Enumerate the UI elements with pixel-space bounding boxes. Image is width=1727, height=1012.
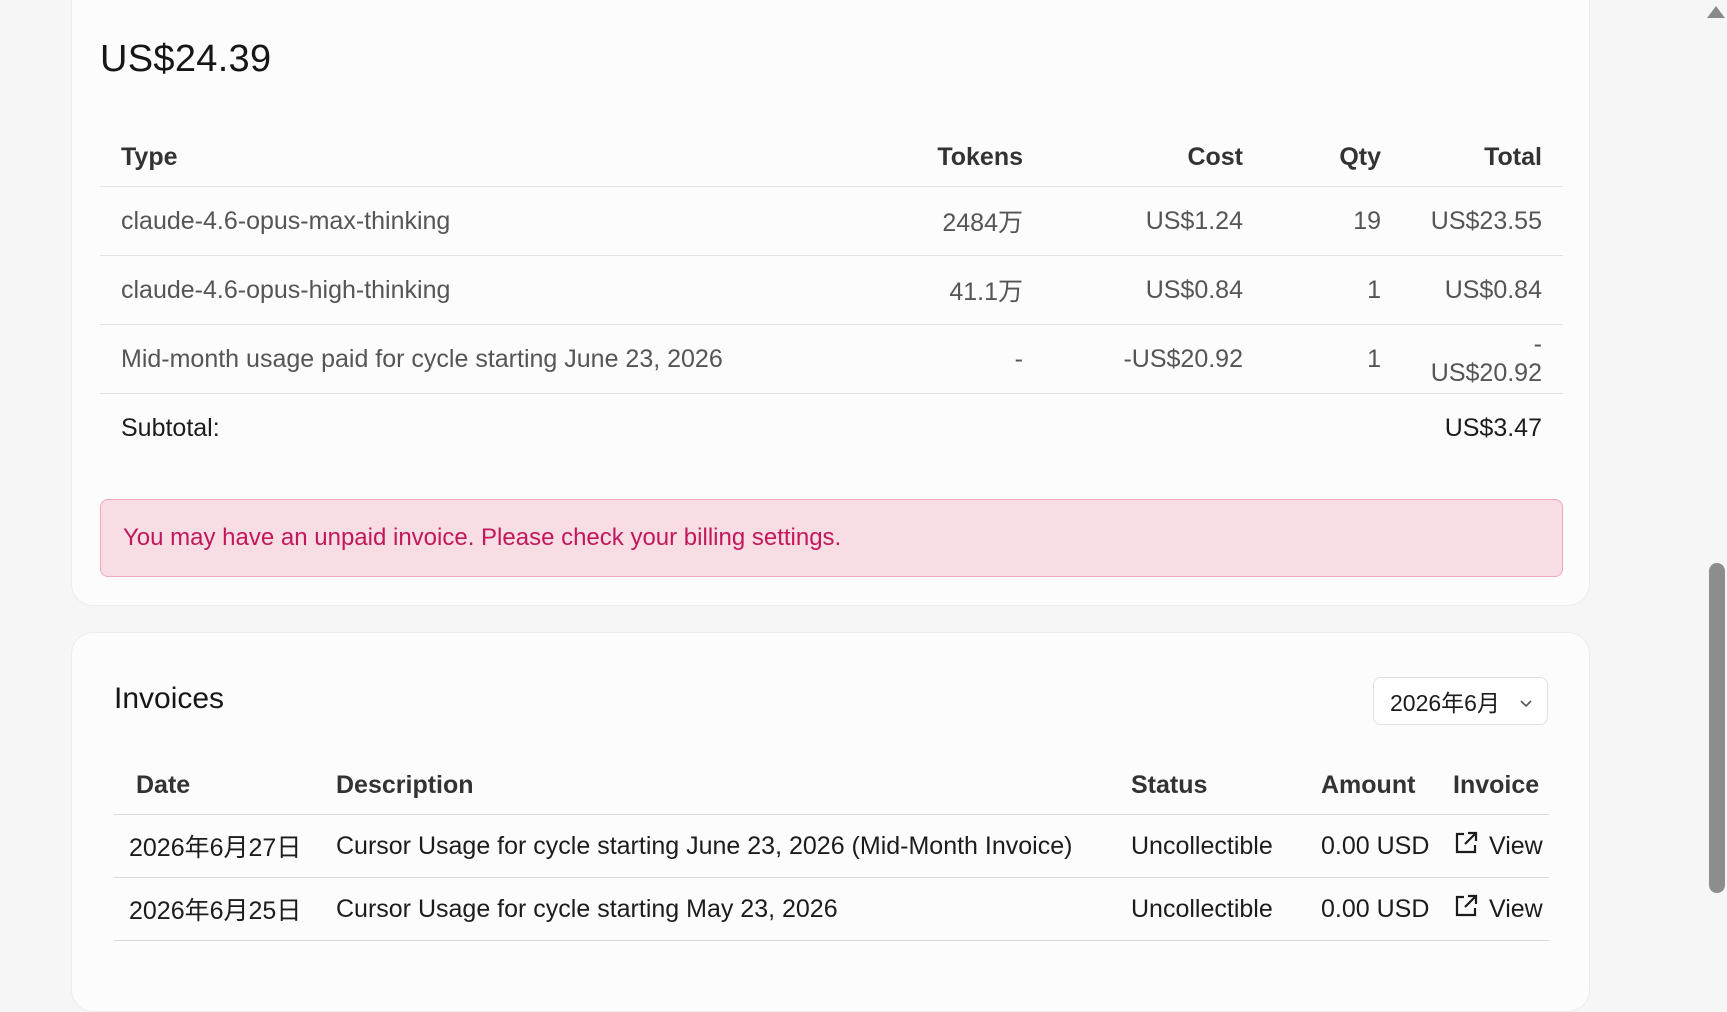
usage-total: US$23.55 [1402,186,1563,256]
month-select[interactable]: 2026年6月 [1373,677,1548,725]
column-header-tokens: Tokens [862,128,1044,187]
usage-qty: 19 [1264,186,1402,256]
usage-cost: -US$20.92 [1044,324,1264,394]
usage-table-header: Type Tokens Cost Qty Total [100,128,1563,187]
column-header-cost: Cost [1044,128,1264,187]
invoice-status: Uncollectible [1131,877,1321,941]
usage-row: claude-4.6-opus-high-thinking 41.1万 US$0… [100,255,1563,325]
invoices-table-header: Date Description Status Amount Invoice [114,756,1549,815]
scrollbar-thumb[interactable] [1709,563,1725,893]
usage-table: Type Tokens Cost Qty Total claude-4.6-op… [100,128,1563,462]
column-header-type: Type [100,128,862,187]
usage-tokens: 2484万 [862,186,1044,256]
usage-tokens: - [862,324,1044,394]
invoices-table: Date Description Status Amount Invoice 2… [114,756,1549,941]
subtotal-label: Subtotal: [121,413,220,442]
invoice-row: 2026年6月25日 Cursor Usage for cycle starti… [114,877,1549,941]
column-header-invoice: Invoice [1453,756,1549,815]
invoices-title: Invoices [114,682,225,715]
usage-row: claude-4.6-opus-max-thinking 2484万 US$1.… [100,186,1563,256]
usage-type: claude-4.6-opus-max-thinking [100,186,862,256]
column-header-qty: Qty [1264,128,1402,187]
invoice-description: Cursor Usage for cycle starting May 23, … [336,877,1131,941]
column-header-amount: Amount [1321,756,1453,815]
subtotal-row: Subtotal: US$3.47 [100,394,1563,463]
usage-cost: US$0.84 [1044,255,1264,325]
invoice-row: 2026年6月27日 Cursor Usage for cycle starti… [114,814,1549,878]
invoice-description: Cursor Usage for cycle starting June 23,… [336,814,1131,878]
unpaid-invoice-alert: You may have an unpaid invoice. Please c… [100,499,1563,577]
invoice-status: Uncollectible [1131,814,1321,878]
usage-row: Mid-month usage paid for cycle starting … [100,324,1563,394]
usage-total: -US$20.92 [1402,324,1563,394]
view-invoice-link[interactable]: View [1453,830,1543,863]
usage-type: Mid-month usage paid for cycle starting … [100,324,862,394]
chevron-down-icon [1517,691,1535,718]
column-header-status: Status [1131,756,1321,815]
usage-tokens: 41.1万 [862,255,1044,325]
invoice-date: 2026年6月27日 [114,814,336,878]
usage-qty: 1 [1264,324,1402,394]
usage-cost: US$1.24 [1044,186,1264,256]
column-header-total: Total [1402,128,1563,187]
invoice-date: 2026年6月25日 [114,877,336,941]
usage-total-amount: US$24.39 [100,38,272,80]
usage-total: US$0.84 [1402,255,1563,325]
column-header-description: Description [336,756,1131,815]
external-link-icon [1453,830,1479,863]
invoice-amount: 0.00 USD [1321,814,1453,878]
alert-message: You may have an unpaid invoice. Please c… [123,524,842,551]
view-invoice-link[interactable]: View [1453,893,1543,926]
view-link-label: View [1489,894,1543,923]
usage-qty: 1 [1264,255,1402,325]
column-header-date: Date [114,756,336,815]
external-link-icon [1453,893,1479,926]
scroll-up-arrow-icon[interactable] [1707,6,1725,18]
subtotal-value: US$3.47 [1444,413,1542,442]
usage-type: claude-4.6-opus-high-thinking [100,255,862,325]
month-select-value: 2026年6月 [1390,690,1500,716]
invoice-amount: 0.00 USD [1321,877,1453,941]
page-scrollbar[interactable] [1705,0,1727,972]
view-link-label: View [1489,831,1543,860]
